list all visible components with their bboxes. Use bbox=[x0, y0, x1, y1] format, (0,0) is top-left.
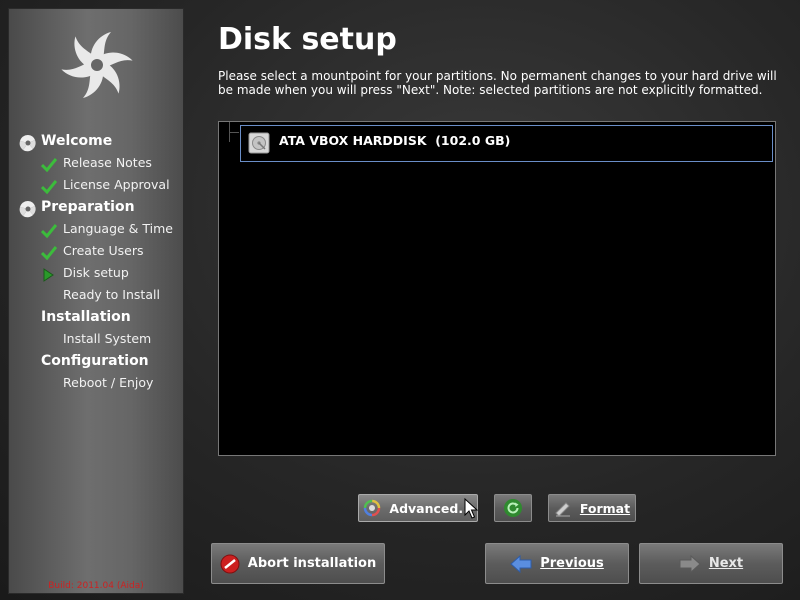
advanced-wheel-icon bbox=[364, 499, 381, 517]
tree-connector bbox=[229, 132, 239, 133]
installer-sidebar: Welcome Release Notes License Approval Prep… bbox=[8, 8, 184, 594]
eraser-icon bbox=[555, 502, 570, 517]
format-label: Format bbox=[579, 500, 631, 516]
pinwheel-logo-icon bbox=[61, 32, 133, 98]
sidebar-section-label: Configuration bbox=[41, 353, 149, 369]
sidebar-step-label: Create Users bbox=[63, 243, 144, 258]
disk-tree-panel[interactable]: ATA VBOX HARDDISK (102.0 GB) bbox=[218, 121, 776, 456]
page-description: Please select a mountpoint for your part… bbox=[218, 69, 777, 97]
advanced-label: Advanced... bbox=[389, 500, 473, 516]
arrow-left-icon bbox=[510, 554, 532, 573]
advanced-button[interactable]: Advanced... bbox=[358, 494, 478, 522]
next-button[interactable]: Next bbox=[639, 543, 783, 584]
checkmark-icon bbox=[41, 158, 57, 173]
refresh-button[interactable] bbox=[494, 494, 532, 522]
section-pinwheel-icon bbox=[19, 134, 36, 152]
checkmark-icon bbox=[41, 224, 57, 239]
disk-row[interactable]: ATA VBOX HARDDISK (102.0 GB) bbox=[240, 125, 773, 162]
abort-label: Abort installation bbox=[247, 556, 377, 571]
previous-button[interactable]: Previous bbox=[485, 543, 629, 584]
stop-icon bbox=[220, 554, 240, 573]
current-step-arrow-icon bbox=[43, 268, 54, 282]
checkmark-icon bbox=[41, 246, 57, 261]
sidebar-step-label: Release Notes bbox=[63, 155, 152, 170]
disk-name: ATA VBOX HARDDISK (102.0 GB) bbox=[279, 133, 511, 148]
next-label: Next bbox=[708, 556, 744, 571]
build-label: Build: 2011.04 (Aida) bbox=[48, 581, 144, 591]
format-button[interactable]: Format bbox=[548, 494, 636, 522]
mouse-cursor-icon bbox=[464, 498, 478, 519]
sidebar-step-label: Install System bbox=[63, 331, 152, 346]
sidebar-section-label: Installation bbox=[41, 309, 131, 325]
sidebar-step-label: Language & Time bbox=[63, 221, 173, 236]
checkmark-icon bbox=[41, 180, 57, 195]
sidebar-step-label: Disk setup bbox=[63, 265, 129, 280]
previous-label: Previous bbox=[540, 556, 604, 571]
abort-installation-button[interactable]: Abort installation bbox=[211, 543, 385, 584]
sidebar-section-label: Preparation bbox=[41, 199, 135, 215]
sidebar-step-label: Ready to Install bbox=[63, 287, 160, 302]
page-title: Disk setup bbox=[218, 22, 397, 57]
arrow-right-icon bbox=[679, 554, 701, 573]
refresh-icon bbox=[504, 499, 522, 517]
sidebar-step-label: Reboot / Enjoy bbox=[63, 375, 154, 390]
sidebar-section-label: Welcome bbox=[41, 133, 113, 149]
section-pinwheel-icon bbox=[19, 200, 36, 218]
sidebar-step-label: License Approval bbox=[63, 177, 170, 192]
harddisk-icon bbox=[248, 132, 270, 154]
